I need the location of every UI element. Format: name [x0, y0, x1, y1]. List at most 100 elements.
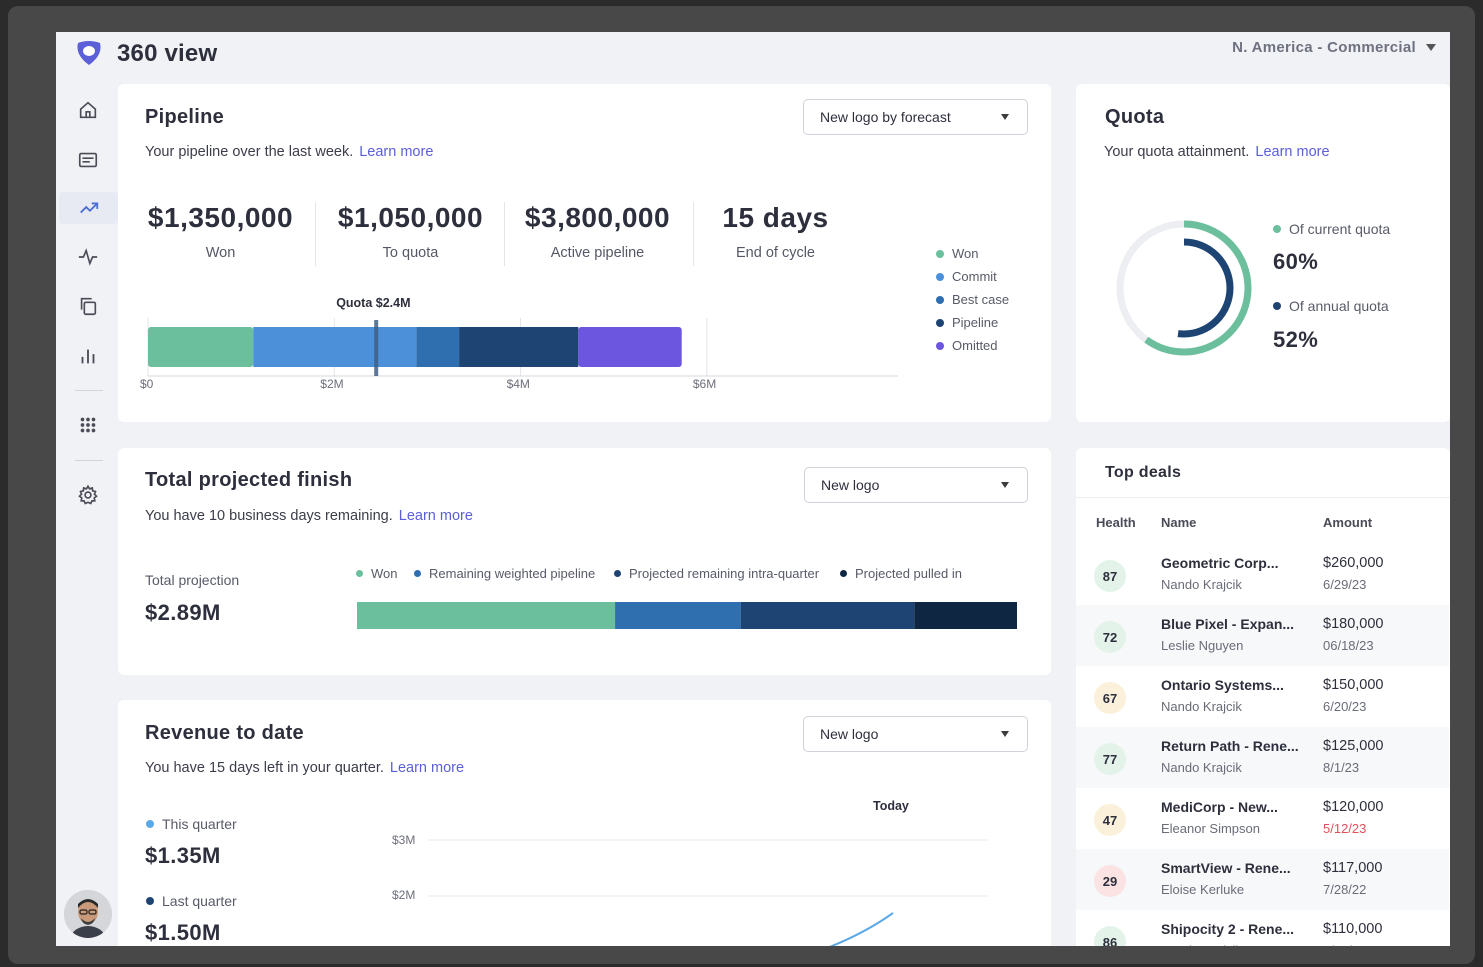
legend-label: Of current quota: [1289, 221, 1391, 237]
deal-name[interactable]: Blue Pixel - Expan...: [1161, 616, 1294, 632]
table-row[interactable]: 77 Return Path - Rene... Nando Krajcik $125…: [1076, 727, 1449, 788]
deal-close-date: 5/12/23: [1323, 821, 1367, 836]
legend-dot: [146, 820, 154, 828]
deal-owner: Eloise Kerluke: [1161, 882, 1245, 897]
deal-name[interactable]: Geometric Corp...: [1161, 555, 1278, 571]
sidebar-item-reports[interactable]: [68, 340, 108, 372]
projected-finish-card: Total projected finish You have 10 busin…: [118, 448, 1051, 675]
x-axis-tick: $4M: [506, 377, 530, 391]
chevron-down-icon: [1426, 44, 1436, 51]
pipeline-forecast-dropdown[interactable]: New logo by forecast: [803, 99, 1028, 135]
current-quota-label: Of current quota: [1273, 221, 1390, 237]
projected-title: Total projected finish: [145, 469, 353, 491]
copy-icon: [80, 297, 97, 316]
quota-marker: [374, 320, 379, 376]
table-row[interactable]: 86 Shipocity 2 - Rene... Nando Krajcik $110…: [1076, 910, 1449, 946]
stat-active-pipeline-label: Active pipeline: [550, 245, 645, 261]
sidebar-item-inbox[interactable]: [68, 144, 108, 176]
deal-close-date: 6/29/23: [1323, 577, 1367, 592]
legend-label: Projected remaining intra-quarter: [629, 566, 820, 581]
bar-segment-best-case[interactable]: [416, 327, 460, 367]
bar-segment-remaining-weighted-pipeline[interactable]: [615, 602, 741, 629]
legend-dot: [936, 272, 944, 281]
legend-dot: [936, 295, 944, 304]
stat-won-value: $1,350,000: [147, 202, 294, 233]
avatar[interactable]: [64, 890, 112, 938]
stat-end-of-cycle-value: 15 days: [722, 202, 829, 233]
dropdown-value: New logo by forecast: [820, 109, 951, 125]
region-selector[interactable]: N. America - Commercial: [1232, 39, 1436, 56]
chevron-down-icon: [1001, 731, 1009, 737]
sidebar-item-activity[interactable]: [68, 241, 108, 273]
pipeline-stacked-bar-chart: [147, 318, 898, 377]
deal-name[interactable]: MediCorp - New...: [1161, 799, 1278, 815]
y-axis-tick-2m: $2M: [392, 888, 416, 902]
column-header-health[interactable]: Health: [1096, 515, 1136, 530]
legend-label: Best case: [952, 292, 1010, 307]
bar-segment-omitted[interactable]: [578, 327, 682, 367]
bar-segment-projected-remaining-intra-quarter[interactable]: [740, 602, 915, 629]
health-score-badge: 29: [1094, 865, 1126, 897]
app-title: 360 view: [117, 40, 218, 67]
bar-segment-commit[interactable]: [253, 327, 417, 367]
deal-owner: Eleanor Simpson: [1161, 821, 1260, 836]
legend-dot: [414, 570, 421, 577]
activity-icon: [78, 248, 98, 266]
quota-learn-more-link[interactable]: Learn more: [1255, 144, 1329, 160]
revenue-type-dropdown[interactable]: New logo: [803, 716, 1028, 752]
deal-amount: $180,000: [1323, 616, 1384, 632]
annual-quota-value: 52%: [1273, 327, 1319, 352]
revenue-learn-more-link[interactable]: Learn more: [390, 760, 464, 776]
stat-to-quota-value: $1,050,000: [337, 202, 484, 233]
total-projection-value: $2.89M: [145, 600, 221, 625]
sidebar-item-settings[interactable]: [68, 479, 108, 511]
column-header-name[interactable]: Name: [1161, 515, 1196, 530]
table-row[interactable]: 47 MediCorp - New... Eleanor Simpson $120,0…: [1076, 788, 1449, 849]
table-row[interactable]: 72 Blue Pixel - Expan... Leslie Nguyen $180…: [1076, 605, 1449, 666]
sidebar-item-documents[interactable]: [68, 290, 108, 322]
top-deals-title: Top deals: [1105, 464, 1182, 481]
deal-name[interactable]: Shipocity 2 - Rene...: [1161, 921, 1294, 937]
table-row[interactable]: 67 Ontario Systems... Nando Krajcik $150,00…: [1076, 666, 1449, 727]
bar-segment-projected-pulled-in[interactable]: [914, 602, 1017, 629]
legend-dot: [1273, 225, 1281, 233]
table-row[interactable]: 29 SmartView - Rene... Eloise Kerluke $117,…: [1076, 849, 1449, 910]
deal-amount: $110,000: [1323, 921, 1383, 937]
bar-segment-won[interactable]: [357, 602, 616, 629]
projected-type-dropdown[interactable]: New logo: [804, 467, 1028, 503]
deal-name[interactable]: Return Path - Rene...: [1161, 738, 1299, 754]
trending-icon: [79, 202, 98, 214]
legend-item-won: Won: [936, 246, 979, 261]
deal-name[interactable]: Ontario Systems...: [1161, 677, 1284, 693]
health-score-badge: 77: [1094, 743, 1126, 775]
legend-label: Remaining weighted pipeline: [429, 566, 596, 581]
legend-item-intra-quarter: Projected remaining intra-quarter: [614, 566, 819, 581]
deal-close-date: 6/15/23: [1323, 943, 1366, 946]
revenue-subtitle-text: You have 15 days left in your quarter.: [145, 760, 384, 776]
top-deals-card: Top deals Health Name Amount 87 Geometric…: [1076, 448, 1450, 946]
deal-close-date: 6/20/23: [1323, 699, 1367, 714]
deal-close-date: 8/1/23: [1323, 760, 1360, 775]
deal-name[interactable]: SmartView - Rene...: [1161, 860, 1291, 876]
sidebar-item-trends[interactable]: [59, 192, 118, 224]
deal-close-date: 06/18/23: [1323, 638, 1374, 653]
legend-label: Won: [371, 566, 398, 581]
this-quarter-value: $1.35M: [145, 843, 221, 868]
legend-label: Last quarter: [162, 893, 237, 909]
home-icon: [79, 101, 97, 119]
sidebar-divider: [75, 390, 103, 391]
deal-amount: $125,000: [1323, 738, 1384, 754]
y-axis-tick-3m: $3M: [392, 833, 416, 847]
sidebar-item-home[interactable]: [68, 94, 108, 126]
bar-segment-pipeline[interactable]: [459, 327, 579, 367]
legend-label: Commit: [952, 269, 997, 284]
table-row[interactable]: 87 Geometric Corp... Nando Krajcik $260,000…: [1076, 544, 1449, 605]
sidebar-item-apps[interactable]: [68, 409, 108, 441]
pipeline-learn-more-link[interactable]: Learn more: [359, 144, 433, 160]
current-quota-value: 60%: [1273, 249, 1319, 274]
column-header-amount[interactable]: Amount: [1323, 515, 1372, 530]
bar-segment-won[interactable]: [148, 327, 254, 367]
legend-dot: [840, 570, 847, 577]
annual-quota-label: Of annual quota: [1273, 298, 1389, 314]
projected-learn-more-link[interactable]: Learn more: [399, 508, 473, 524]
